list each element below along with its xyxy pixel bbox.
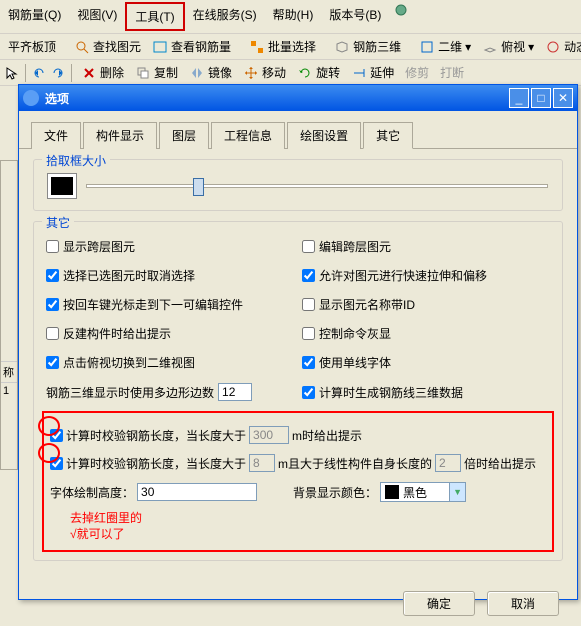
- dialog-title: 选项: [45, 90, 507, 107]
- tabstrip: 文件 构件显示 图层 工程信息 绘图设置 其它: [19, 111, 577, 149]
- bg-color-combo[interactable]: 黑色 ▼: [380, 482, 466, 502]
- tb-yidong[interactable]: 移动: [239, 62, 290, 83]
- group-pickbox: 拾取框大小: [33, 159, 563, 211]
- menu-shitu[interactable]: 视图(V): [69, 2, 125, 31]
- tb-jingxiang[interactable]: 镜像: [185, 62, 236, 83]
- font-bg-row: 字体绘制高度： 背景显示颜色： 黑色 ▼: [50, 477, 546, 507]
- tb-shanchu[interactable]: 删除: [77, 62, 128, 83]
- redo-icon[interactable]: [50, 65, 66, 81]
- toolbar-2: 删除 复制 镜像 移动 旋转 延伸 修剪 打断: [0, 60, 581, 86]
- check-length-row-1: 计算时校验钢筋长度，当长度大于 m时给出提示: [50, 421, 546, 449]
- toolbar-1: 平齐板顶 查找图元 查看钢筋量 批量选择 钢筋三维 二维 ▾ 俯视 ▾ 动态观: [0, 34, 581, 60]
- tb-erwei[interactable]: 二维 ▾: [415, 36, 475, 57]
- app-icon: [23, 90, 39, 106]
- check-length-row-2: 计算时校验钢筋长度，当长度大于 m且大于线性构件自身长度的 倍时给出提示: [50, 449, 546, 477]
- chk-verify-length-1[interactable]: [50, 429, 63, 442]
- slider-thumb[interactable]: [193, 178, 204, 196]
- side-label-2: 1: [1, 382, 17, 399]
- chk-topview-2d[interactable]: 点击俯视切换到二维视图: [42, 348, 298, 377]
- tb-yanshen[interactable]: 延伸: [347, 62, 398, 83]
- length-2-mult-input: [435, 454, 461, 472]
- tab-layer[interactable]: 图层: [159, 122, 209, 149]
- maximize-button[interactable]: □: [531, 88, 551, 108]
- tb-chazhaotuyuan[interactable]: 查找图元: [70, 36, 145, 57]
- color-swatch-icon: [385, 485, 399, 499]
- menu-gongju[interactable]: 工具(T): [125, 2, 184, 31]
- titlebar: 选项 _ □ ✕: [19, 85, 577, 111]
- red-highlight-box: 计算时校验钢筋长度，当长度大于 m时给出提示 计算时校验钢筋长度，当长度大于 m…: [42, 411, 554, 552]
- chk-rebuild-hint[interactable]: 反建构件时给出提示: [42, 319, 298, 348]
- tb-fuzhi[interactable]: 复制: [131, 62, 182, 83]
- tb-chakangangjinliang[interactable]: 查看钢筋量: [148, 36, 235, 57]
- tb-xuanzhuan[interactable]: 旋转: [293, 62, 344, 83]
- tb-dongtaiguan[interactable]: 动态观: [541, 36, 581, 57]
- pickbox-preview: [48, 174, 76, 198]
- tab-panel-other: 拾取框大小 其它 显示跨层图元 编辑跨层图元 选择已选图元时取消选择 允许对图元…: [19, 149, 577, 581]
- minimize-button[interactable]: _: [509, 88, 529, 108]
- menu-gangjinliang[interactable]: 钢筋量(Q): [0, 2, 69, 31]
- tab-file[interactable]: 文件: [31, 122, 81, 149]
- red-annotation: 去掉红圈里的 √就可以了: [70, 511, 546, 542]
- chk-enter-next[interactable]: 按回车键光标走到下一可编辑控件: [42, 290, 298, 319]
- close-button[interactable]: ✕: [553, 88, 573, 108]
- polyedges-input[interactable]: [218, 383, 252, 401]
- checkbox-grid: 显示跨层图元 编辑跨层图元 选择已选图元时取消选择 允许对图元进行快速拉伸和偏移…: [42, 232, 554, 407]
- chk-edit-cross-layer[interactable]: 编辑跨层图元: [298, 232, 554, 261]
- tab-project-info[interactable]: 工程信息: [211, 122, 285, 149]
- menubar: 钢筋量(Q) 视图(V) 工具(T) 在线服务(S) 帮助(H) 版本号(B): [0, 0, 581, 34]
- side-label-1: 称: [1, 361, 17, 382]
- tab-other[interactable]: 其它: [363, 122, 413, 149]
- tb-pingqibanding[interactable]: 平齐板顶: [4, 36, 60, 57]
- tb-piliangxuanze[interactable]: 批量选择: [245, 36, 320, 57]
- menu-zaixianfuwu[interactable]: 在线服务(S): [185, 2, 265, 31]
- pickbox-slider[interactable]: [86, 184, 548, 188]
- chevron-down-icon: ▼: [449, 483, 465, 501]
- tab-component-display[interactable]: 构件显示: [83, 122, 157, 149]
- menu-banbenhao[interactable]: 版本号(B): [321, 2, 389, 31]
- group-other-legend: 其它: [42, 214, 74, 231]
- group-pickbox-legend: 拾取框大小: [42, 152, 110, 169]
- length-2-input: [249, 454, 275, 472]
- undo-icon[interactable]: [31, 65, 47, 81]
- tb-daduan[interactable]: 打断: [436, 62, 468, 83]
- chk-gen-3d-data[interactable]: 计算时生成钢筋线三维数据: [298, 377, 554, 407]
- polyedges-row: 钢筋三维显示时使用多边形边数: [42, 377, 298, 407]
- chk-deselect[interactable]: 选择已选图元时取消选择: [42, 261, 298, 290]
- chk-single-line-font[interactable]: 使用单线字体: [298, 348, 554, 377]
- dropdown-icon[interactable]: [393, 2, 409, 18]
- tb-fushi[interactable]: 俯视 ▾: [478, 36, 538, 57]
- length-1-input: [249, 426, 289, 444]
- chk-verify-length-2[interactable]: [50, 457, 63, 470]
- options-dialog: 选项 _ □ ✕ 文件 构件显示 图层 工程信息 绘图设置 其它 拾取框大小 其…: [18, 84, 578, 600]
- chk-show-cross-layer[interactable]: 显示跨层图元: [42, 232, 298, 261]
- menu-bangzhu[interactable]: 帮助(H): [265, 2, 322, 31]
- side-panel: 称 1: [0, 160, 18, 470]
- font-height-input[interactable]: [137, 483, 257, 501]
- tb-xiujian[interactable]: 修剪: [401, 62, 433, 83]
- select-icon[interactable]: [4, 65, 20, 81]
- polyedges-label: 钢筋三维显示时使用多边形边数: [46, 384, 214, 401]
- group-other: 其它 显示跨层图元 编辑跨层图元 选择已选图元时取消选择 允许对图元进行快速拉伸…: [33, 221, 563, 561]
- tab-draw-settings[interactable]: 绘图设置: [287, 122, 361, 149]
- chk-allow-stretch[interactable]: 允许对图元进行快速拉伸和偏移: [298, 261, 554, 290]
- tb-gangjinsanwei[interactable]: 钢筋三维: [330, 36, 405, 57]
- chk-cmd-gray[interactable]: 控制命令灰显: [298, 319, 554, 348]
- chk-show-id[interactable]: 显示图元名称带ID: [298, 290, 554, 319]
